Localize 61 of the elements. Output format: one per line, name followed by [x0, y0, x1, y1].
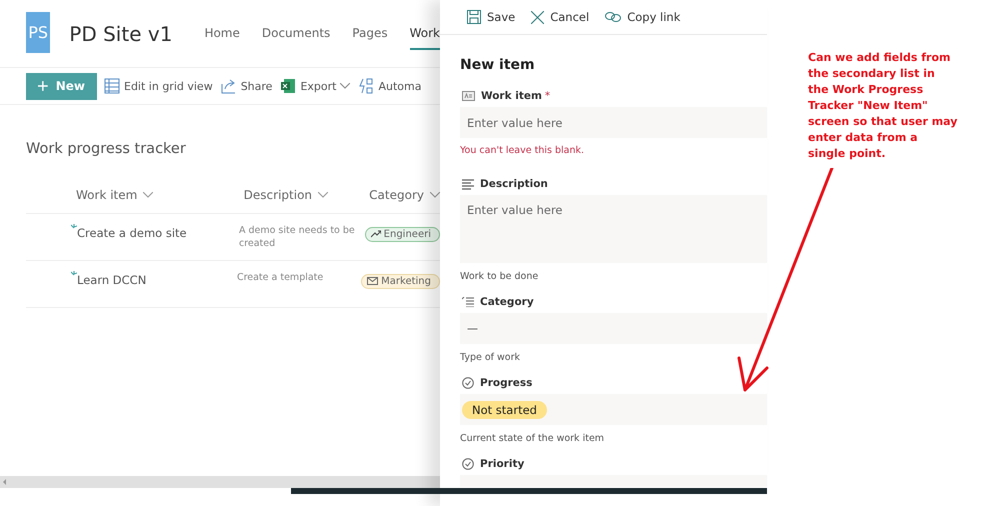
field-label: Work item	[481, 90, 542, 102]
command-button[interactable]: Export	[279, 78, 352, 94]
panel-title: New item	[460, 57, 536, 73]
field-label: Description	[480, 178, 548, 190]
table-cell-text: Create a template	[236, 271, 324, 284]
item-title-link[interactable]: Learn DCCN	[77, 273, 146, 287]
command-button[interactable]: Automa	[357, 78, 422, 94]
envelope-icon	[367, 277, 378, 285]
status-pill[interactable]: Not started	[462, 400, 547, 418]
input-field[interactable]: Enter value here	[460, 195, 767, 263]
input-field[interactable]: Enter value here	[460, 107, 767, 138]
field-label: Priority	[480, 458, 524, 470]
paragraph-icon	[462, 178, 474, 190]
toolbar-button[interactable]: Copy link	[605, 10, 680, 24]
close-icon	[531, 10, 544, 24]
field-description: Current state of the work item	[460, 433, 606, 444]
status-field[interactable]	[460, 475, 767, 487]
caret-icon	[318, 192, 328, 198]
check-circle-icon	[462, 377, 474, 389]
link-icon	[605, 11, 622, 23]
caret-icon	[430, 192, 440, 198]
nav-link[interactable]: Home	[204, 18, 240, 50]
category-tag: Engineeri	[364, 226, 440, 242]
save-icon	[467, 10, 481, 24]
scrollbar[interactable]	[0, 476, 440, 488]
error-message: You can't leave this blank.	[460, 145, 585, 156]
field-description: Work to be done	[460, 271, 540, 282]
required-mark: *	[544, 90, 550, 102]
site-title: PD Site v1	[69, 22, 172, 46]
column-header[interactable]: Category	[369, 188, 440, 202]
check-circle-icon	[462, 458, 474, 470]
scrollbar[interactable]	[291, 488, 767, 494]
command-button[interactable]: Edit in grid view	[103, 78, 214, 94]
table-cell-text: A demo site needs to be created	[238, 224, 356, 250]
list-title: Work progress tracker	[26, 141, 187, 157]
choice-list-icon	[462, 297, 474, 307]
share-icon	[220, 78, 237, 94]
field-label: Progress	[480, 377, 532, 389]
text-field-icon	[462, 91, 475, 101]
category-tag: Marketing	[361, 274, 440, 288]
grid-icon	[104, 78, 120, 94]
toolbar-button[interactable]: Save	[467, 10, 516, 24]
annotation-text: Can we add fields from the secondary list in the Work Progress Tracker "New Item" screen so that user may enter data from a single point.	[808, 50, 958, 162]
new-item-icon	[71, 224, 77, 230]
field-description: Type of work	[460, 352, 522, 363]
column-header[interactable]: Description	[244, 188, 370, 202]
spreadsheet-icon	[280, 78, 296, 94]
column-header[interactable]: Work item	[76, 188, 244, 202]
nav-link[interactable]: Pages	[352, 18, 388, 50]
caret-icon	[143, 192, 154, 198]
nav-link[interactable]: Documents	[262, 18, 330, 50]
field-label: Category	[480, 296, 534, 308]
status-field[interactable]: Not started	[460, 394, 767, 425]
new-item-icon	[71, 271, 77, 277]
choice-field[interactable]: —	[467, 322, 478, 335]
item-title-link[interactable]: Create a demo site	[77, 226, 187, 240]
command-button[interactable]: Share	[220, 78, 274, 94]
plus-icon	[38, 79, 48, 93]
trend-icon	[370, 230, 381, 238]
toolbar-button[interactable]: Cancel	[531, 10, 590, 24]
flow-icon	[358, 78, 374, 94]
